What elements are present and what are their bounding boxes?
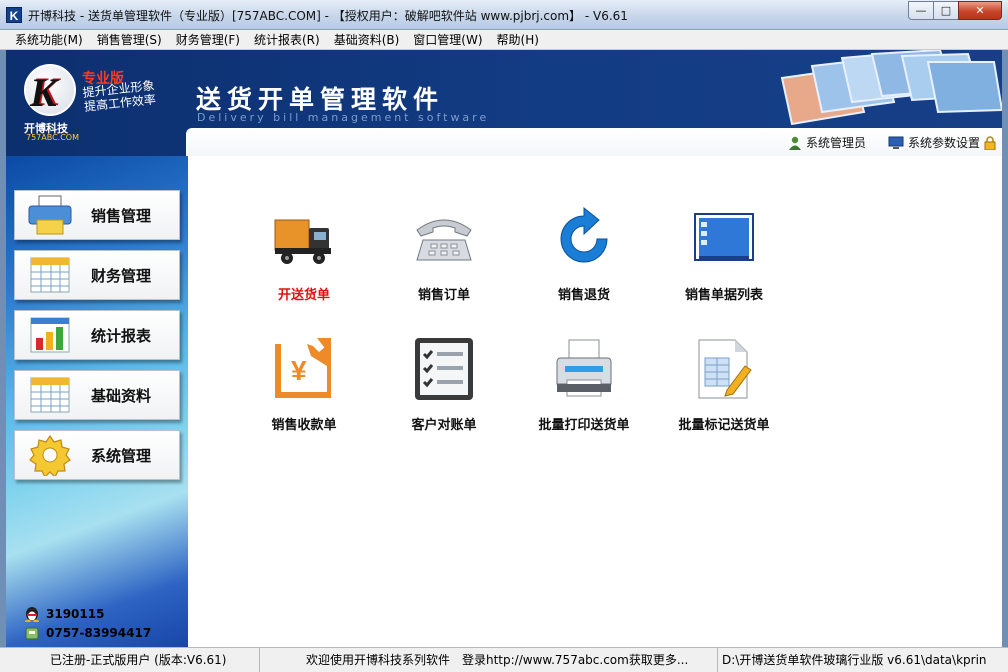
yen-receipt-icon: ¥: [275, 338, 331, 398]
status-registration: 已注册-正式版用户 (版本:V6.61): [0, 648, 260, 672]
spreadsheet-icon: [30, 257, 70, 293]
checklist-icon: [415, 338, 473, 400]
sidebar-item-label: 系统管理: [91, 446, 152, 465]
minimize-button[interactable]: —: [908, 1, 934, 20]
user-icon: [788, 136, 801, 150]
tile-batch-mark[interactable]: 批量标记送货单: [659, 336, 789, 433]
settings-link[interactable]: 系统参数设置: [908, 134, 980, 151]
svg-text:¥: ¥: [291, 355, 307, 386]
bar-chart-icon: [30, 317, 70, 353]
sidebar: 销售管理 财务管理 统计报表 基础资料 系统管理 3190115 0757-83…: [6, 156, 188, 647]
glass-panels-icon: [780, 50, 1002, 126]
app-subtitle: Delivery bill management software: [197, 111, 490, 124]
window-controls: — □ ✕: [908, 1, 1002, 20]
maximize-button[interactable]: □: [933, 1, 959, 20]
tile-label: 销售单据列表: [684, 288, 763, 303]
list-window-icon: [694, 213, 754, 261]
status-bar: 已注册-正式版用户 (版本:V6.61) 欢迎使用开博科技系列软件 登录http…: [0, 647, 1008, 672]
sidebar-item-sales[interactable]: 销售管理: [14, 190, 180, 240]
tile-label: 批量打印送货单: [538, 418, 630, 433]
lock-icon[interactable]: [984, 135, 996, 150]
tile-sales-document-list[interactable]: 销售单据列表: [659, 206, 789, 303]
menu-system[interactable]: 系统功能(M): [8, 30, 90, 50]
company-site: 757ABC.COM: [26, 133, 80, 142]
tile-create-delivery[interactable]: 开送货单: [239, 206, 369, 303]
tile-batch-print[interactable]: 批量打印送货单: [519, 336, 649, 433]
printer-icon: [556, 339, 612, 397]
tile-sales-receipt[interactable]: ¥ 销售收款单: [239, 336, 369, 433]
menu-finance[interactable]: 财务管理(F): [169, 30, 247, 50]
table-icon: [30, 377, 70, 413]
sidebar-item-label: 销售管理: [91, 206, 152, 225]
contact-qq: 3190115: [24, 606, 104, 622]
refresh-arrow-icon: [560, 206, 608, 263]
telephone-icon: [416, 219, 472, 261]
tile-label: 客户对账单: [411, 418, 477, 433]
edit-sheet-icon: [698, 339, 752, 399]
close-button[interactable]: ✕: [958, 1, 1002, 20]
sidebar-item-finance[interactable]: 财务管理: [14, 250, 180, 300]
phone-icon: [25, 627, 39, 640]
sidebar-item-system[interactable]: 系统管理: [14, 430, 180, 480]
sidebar-item-basic-data[interactable]: 基础资料: [14, 370, 180, 420]
header-banner: K K 专业版 提升企业形象 提高工作效率 开博科技 757ABC.COM 送货…: [6, 50, 1002, 156]
qq-penguin-icon: [25, 607, 39, 622]
tile-label: 批量标记送货单: [678, 418, 770, 433]
sidebar-item-label: 统计报表: [91, 326, 152, 345]
sidebar-item-label: 基础资料: [91, 386, 152, 405]
user-name[interactable]: 系统管理员: [806, 134, 866, 151]
status-path: D:\开博送货单软件玻璃行业版 v6.61\data\kprin: [722, 653, 987, 667]
tile-label: 销售退货: [557, 288, 610, 303]
tile-sales-order[interactable]: 销售订单: [379, 206, 509, 303]
title-bar[interactable]: K 开博科技 - 送货单管理软件（专业版）[757ABC.COM] - 【授权用…: [0, 0, 1008, 30]
sidebar-item-reports[interactable]: 统计报表: [14, 310, 180, 360]
tile-label: 开送货单: [277, 288, 330, 303]
truck-icon: [274, 219, 331, 264]
main-panel: 开送货单 销售订单 销售退货 销售单据列表 ¥ 销售收款单 客户对账单 批量打印…: [188, 156, 1002, 647]
company-logo: K K: [24, 64, 76, 116]
user-toolbar: 系统管理员 系统参数设置: [788, 134, 996, 151]
window-title: 开博科技 - 送货单管理软件（专业版）[757ABC.COM] - 【授权用户：…: [28, 9, 628, 23]
tile-label: 销售收款单: [271, 418, 337, 433]
menu-basic-data[interactable]: 基础资料(B): [327, 30, 407, 50]
menu-window[interactable]: 窗口管理(W): [406, 30, 489, 50]
menu-help[interactable]: 帮助(H): [490, 30, 546, 50]
menu-bar: 系统功能(M) 销售管理(S) 财务管理(F) 统计报表(R) 基础资料(B) …: [0, 30, 1008, 50]
menu-sales[interactable]: 销售管理(S): [90, 30, 169, 50]
sidebar-item-label: 财务管理: [91, 266, 152, 285]
monitor-icon: [888, 136, 904, 149]
menu-reports[interactable]: 统计报表(R): [247, 30, 327, 50]
status-welcome: 欢迎使用开博科技系列软件 登录http://www.757abc.com获取更多…: [260, 648, 718, 672]
tile-customer-statement[interactable]: 客户对账单: [379, 336, 509, 433]
contact-phone: 0757-83994417: [24, 625, 151, 641]
printer-icon: [28, 195, 72, 235]
slogan: 提升企业形象 提高工作效率: [82, 78, 157, 114]
gear-icon: [29, 434, 71, 476]
tile-label: 销售订单: [417, 288, 470, 303]
app-icon[interactable]: K: [6, 7, 22, 23]
tile-sales-return[interactable]: 销售退货: [519, 206, 649, 303]
